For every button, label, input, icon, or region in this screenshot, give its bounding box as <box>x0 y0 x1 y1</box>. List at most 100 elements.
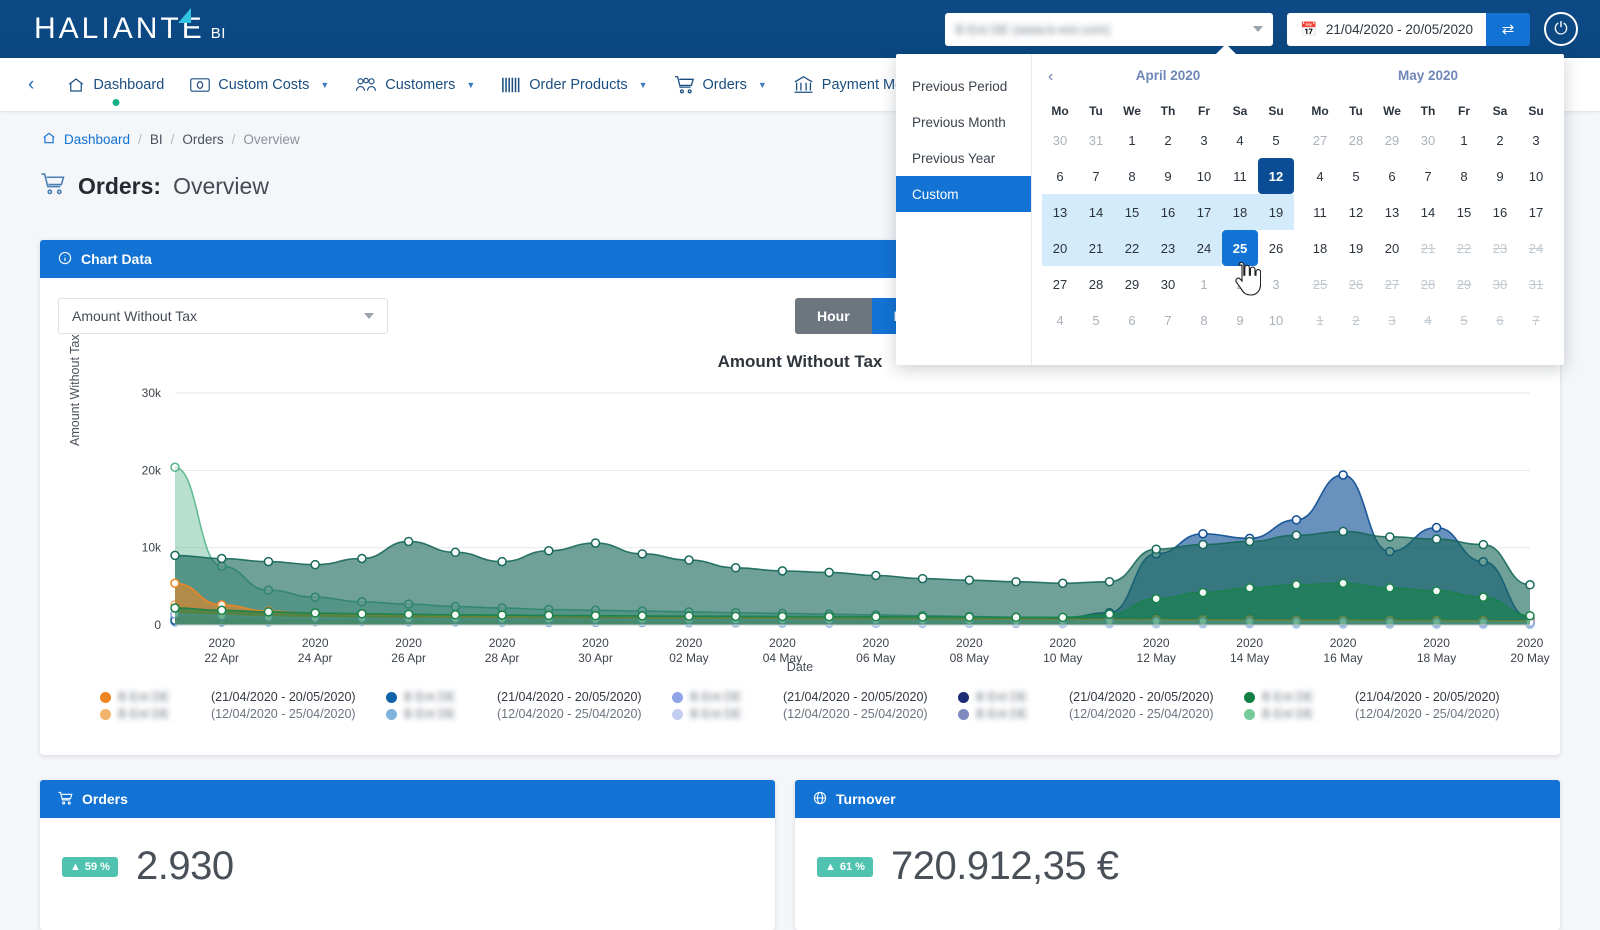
date-range-field[interactable]: 📅 21/04/2020 - 20/05/2020 <box>1287 12 1486 46</box>
calendar-day-cell[interactable]: 6 <box>1374 158 1410 194</box>
calendar-day-cell[interactable]: 19 <box>1258 194 1294 230</box>
calendar-day-cell[interactable]: 10 <box>1518 158 1554 194</box>
calendar-day-cell[interactable]: 4 <box>1222 122 1258 158</box>
calendar-day-cell[interactable]: 26 <box>1258 230 1294 266</box>
calendar-day-cell[interactable]: 10 <box>1186 158 1222 194</box>
calendar-day-cell[interactable]: 13 <box>1374 194 1410 230</box>
nav-item-orders[interactable]: Orders ▼ <box>661 58 780 112</box>
nav-item-custom-costs[interactable]: Custom Costs ▼ <box>177 58 342 112</box>
home-icon[interactable] <box>42 131 56 148</box>
chart-plot[interactable]: 0 10k 20k 30k 2020 22 Apr 2020 24 Apr 2020 26 Apr… <box>40 375 1560 685</box>
legend-item[interactable]: B Ent DE (21/04/2020 - 20/05/2020) <box>958 690 1244 704</box>
calendar-day-cell[interactable]: 7 <box>1150 302 1186 338</box>
calendar-day-cell[interactable]: 18 <box>1302 230 1338 266</box>
calendar-day-cell[interactable]: 19 <box>1338 230 1374 266</box>
site-select[interactable]: B Ent DE (www.b-ent.com) <box>945 12 1274 46</box>
calendar-day-cell[interactable]: 25 <box>1222 230 1258 266</box>
calendar-day-cell[interactable]: 3 <box>1258 266 1294 302</box>
calendar-prev-month-icon[interactable]: ‹ <box>1048 68 1053 86</box>
calendar-day-cell[interactable]: 9 <box>1222 302 1258 338</box>
legend-item[interactable]: B Ent DE (21/04/2020 - 20/05/2020) <box>672 690 958 704</box>
calendar-day-cell[interactable]: 5 <box>1338 158 1374 194</box>
calendar-day-cell[interactable]: 4 <box>1302 158 1338 194</box>
calendar-day-cell[interactable]: 2 <box>1482 122 1518 158</box>
chart-svg[interactable]: 010k20k30k202022 Apr202024 Apr202026 Apr… <box>40 375 1560 685</box>
legend-item[interactable]: B Ent DE (12/04/2020 - 25/04/2020) <box>672 707 958 721</box>
legend-item[interactable]: B Ent DE (12/04/2020 - 25/04/2020) <box>958 707 1244 721</box>
calendar-day-cell[interactable]: 23 <box>1150 230 1186 266</box>
calendar-day-cell[interactable]: 14 <box>1410 194 1446 230</box>
calendar-day-cell[interactable]: 8 <box>1446 158 1482 194</box>
calendar-day-cell[interactable]: 12 <box>1258 158 1294 194</box>
calendar-day-cell[interactable]: 9 <box>1150 158 1186 194</box>
calendar-day-cell[interactable]: 28 <box>1338 122 1374 158</box>
breadcrumb-item-dashboard[interactable]: Dashboard <box>64 132 130 147</box>
calendar-day-cell[interactable]: 17 <box>1518 194 1554 230</box>
calendar-day-cell[interactable]: 29 <box>1114 266 1150 302</box>
calendar-day-cell[interactable]: 4 <box>1042 302 1078 338</box>
nav-item-dashboard[interactable]: Dashboard <box>54 58 177 112</box>
granularity-hour-button[interactable]: Hour <box>795 298 872 334</box>
calendar-day-cell[interactable]: 15 <box>1446 194 1482 230</box>
calendar-day-cell[interactable]: 22 <box>1114 230 1150 266</box>
calendar-day-cell[interactable]: 2 <box>1222 266 1258 302</box>
calendar-day-cell[interactable]: 11 <box>1302 194 1338 230</box>
calendar-day-cell[interactable]: 7 <box>1078 158 1114 194</box>
calendar-day-cell[interactable]: 16 <box>1150 194 1186 230</box>
calendar-day-cell[interactable]: 12 <box>1338 194 1374 230</box>
calendar-day-cell[interactable]: 17 <box>1186 194 1222 230</box>
calendar-day-cell[interactable]: 1 <box>1186 266 1222 302</box>
datepicker-preset-previous-month[interactable]: Previous Month <box>896 104 1031 140</box>
breadcrumb-item-orders[interactable]: Orders <box>182 132 223 147</box>
datepicker-preset-custom[interactable]: Custom <box>896 176 1031 212</box>
calendar-day-cell[interactable]: 31 <box>1078 122 1114 158</box>
calendar-day-cell[interactable]: 8 <box>1186 302 1222 338</box>
logout-button[interactable]: ⏻ <box>1544 12 1578 46</box>
calendar-day-cell[interactable]: 30 <box>1410 122 1446 158</box>
breadcrumb-item-bi[interactable]: BI <box>150 132 163 147</box>
calendar-day-cell[interactable]: 1 <box>1446 122 1482 158</box>
calendar-day-cell[interactable]: 30 <box>1042 122 1078 158</box>
calendar-day-cell[interactable]: 3 <box>1518 122 1554 158</box>
legend-item[interactable]: B Ent DE (12/04/2020 - 25/04/2020) <box>386 707 672 721</box>
calendar-day-cell[interactable]: 30 <box>1150 266 1186 302</box>
legend-item[interactable]: B Ent DE (12/04/2020 - 25/04/2020) <box>1244 707 1530 721</box>
nav-item-order-products[interactable]: Order Products ▼ <box>488 58 660 112</box>
calendar-day-cell[interactable]: 15 <box>1114 194 1150 230</box>
calendar-day-cell[interactable]: 2 <box>1150 122 1186 158</box>
calendar-day-cell[interactable]: 14 <box>1078 194 1114 230</box>
calendar-day-cell[interactable]: 21 <box>1078 230 1114 266</box>
calendar-day-cell[interactable]: 6 <box>1042 158 1078 194</box>
calendar-day-cell[interactable]: 20 <box>1042 230 1078 266</box>
swap-compare-button[interactable]: ⇄ <box>1486 12 1530 46</box>
calendar-day-cell[interactable]: 16 <box>1482 194 1518 230</box>
datepicker-preset-previous-year[interactable]: Previous Year <box>896 140 1031 176</box>
calendar-day-cell[interactable]: 18 <box>1222 194 1258 230</box>
calendar-day-cell[interactable]: 10 <box>1258 302 1294 338</box>
date-range-control[interactable]: 📅 21/04/2020 - 20/05/2020 ⇄ <box>1287 12 1530 46</box>
calendar-day-cell[interactable]: 5 <box>1258 122 1294 158</box>
legend-item[interactable]: B Ent DE (21/04/2020 - 20/05/2020) <box>386 690 672 704</box>
calendar-day-cell[interactable]: 20 <box>1374 230 1410 266</box>
calendar-day-cell[interactable]: 6 <box>1114 302 1150 338</box>
metric-select[interactable]: Amount Without Tax <box>58 298 388 334</box>
legend-item[interactable]: B Ent DE (21/04/2020 - 20/05/2020) <box>1244 690 1530 704</box>
calendar-day-cell[interactable]: 9 <box>1482 158 1518 194</box>
datepicker-preset-previous-period[interactable]: Previous Period <box>896 68 1031 104</box>
legend-item[interactable]: B Ent DE (12/04/2020 - 25/04/2020) <box>100 707 386 721</box>
calendar-day-cell[interactable]: 11 <box>1222 158 1258 194</box>
nav-back-icon[interactable]: ‹ <box>28 74 34 96</box>
calendar-day-cell[interactable]: 28 <box>1078 266 1114 302</box>
calendar-day-cell[interactable]: 3 <box>1186 122 1222 158</box>
calendar-day-cell[interactable]: 5 <box>1078 302 1114 338</box>
calendar-day-cell[interactable]: 7 <box>1410 158 1446 194</box>
legend-item[interactable]: B Ent DE (21/04/2020 - 20/05/2020) <box>100 690 386 704</box>
calendar-day-cell[interactable]: 24 <box>1186 230 1222 266</box>
calendar-day-cell[interactable]: 29 <box>1374 122 1410 158</box>
nav-item-customers[interactable]: Customers ▼ <box>342 58 488 112</box>
calendar-day-cell[interactable]: 27 <box>1302 122 1338 158</box>
calendar-day-cell[interactable]: 8 <box>1114 158 1150 194</box>
calendar-day-cell[interactable]: 13 <box>1042 194 1078 230</box>
calendar-day-cell[interactable]: 1 <box>1114 122 1150 158</box>
calendar-day-cell[interactable]: 27 <box>1042 266 1078 302</box>
